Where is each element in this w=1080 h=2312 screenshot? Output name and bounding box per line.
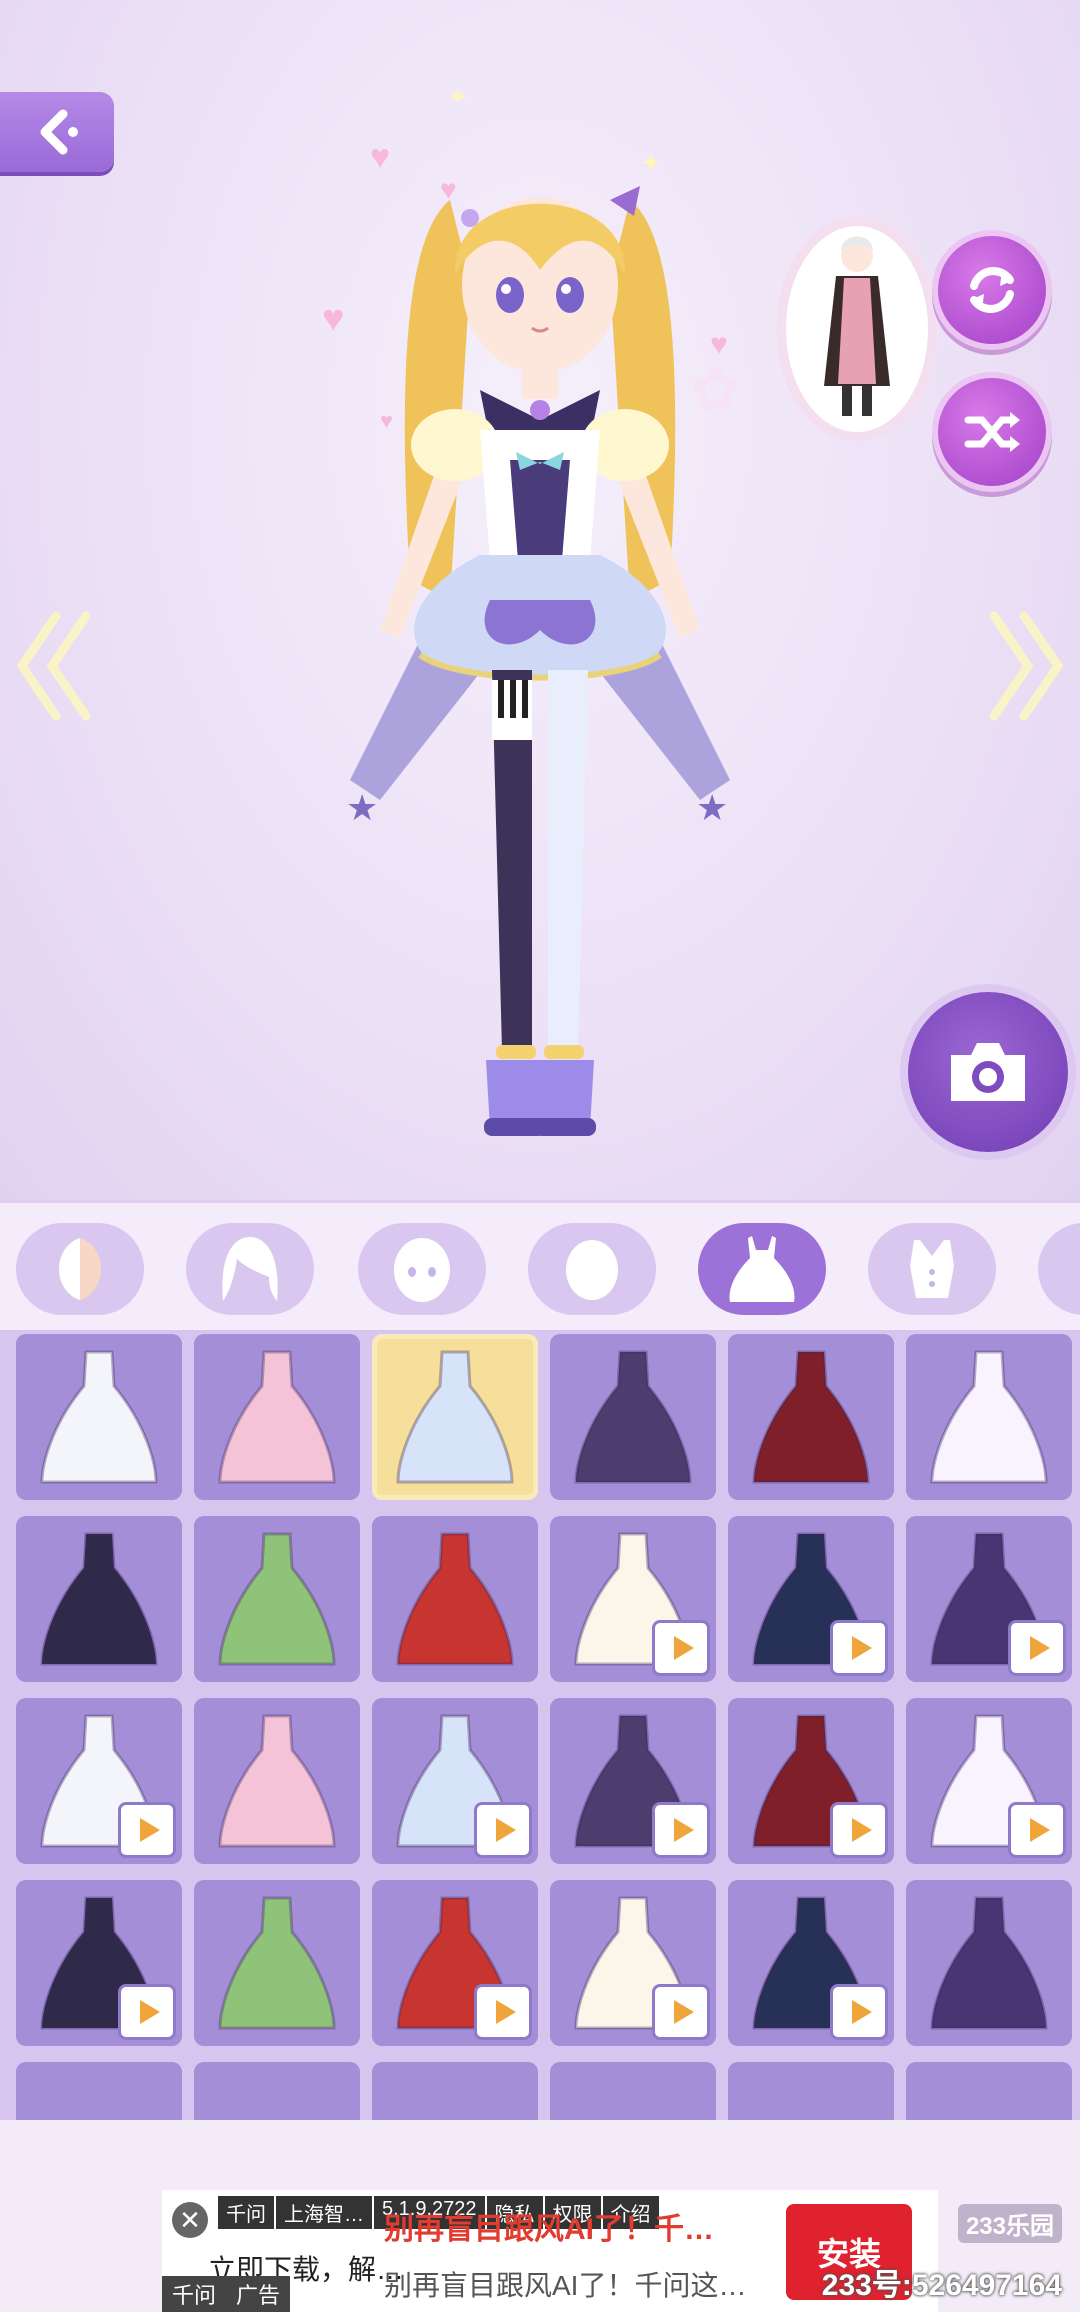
top-icon [910,1240,954,1298]
ad-tag-app: 千问 [162,2276,227,2312]
outfit-item-partial[interactable] [372,2062,538,2120]
video-unlock-icon [1008,1802,1066,1858]
video-unlock-icon [474,1984,532,2040]
outfit-item-partial[interactable] [906,2062,1072,2120]
tab-dress[interactable] [698,1223,826,1315]
character-preview: ♥ ♥ ♥ ♥ ♥ ✦ ✦ ✿ ★ ★ [0,0,1080,1200]
tab-face[interactable] [358,1223,486,1315]
ad-info-item: 千问 [218,2196,274,2229]
outfit-item-white-gold-coat[interactable] [550,1516,716,1682]
outfit-item-purple-bat-dress[interactable] [194,1698,360,1864]
tab-head[interactable] [528,1223,656,1315]
svg-text:★: ★ [696,787,728,828]
dress-icon [396,1532,514,1666]
dress-icon [930,1350,1048,1484]
character-avatar: ★ ★ [346,186,730,1136]
ad-info-item: 上海智… [276,2196,372,2229]
tab-top[interactable] [868,1223,996,1315]
dress-icon [574,1350,692,1484]
dress-icon [40,1350,158,1484]
outfit-item-purple-gothic-dress[interactable] [550,1334,716,1500]
video-unlock-icon [830,1802,888,1858]
dress-icon [396,1350,514,1484]
outfit-item-partial[interactable] [194,2062,360,2120]
close-icon[interactable]: ✕ [172,2202,208,2238]
bottom-area: ✕ 千问 上海智… 5.1.9.2722 隐私 权限 介绍 别再盲目跟风AI了！… [0,2120,1080,2312]
refresh-icon [970,267,1014,313]
outfit-item-black-polka-coat[interactable] [728,1880,894,2046]
outfit-item-green-tiana-gown[interactable] [906,1698,1072,1864]
back-button[interactable] [0,92,114,172]
video-unlock-icon [1008,1620,1066,1676]
category-tabs [0,1200,1080,1330]
outfit-item-navy-gown[interactable] [728,1516,894,1682]
video-unlock-icon [118,1802,176,1858]
outfit-item-yellow-princess-gown[interactable] [728,1698,894,1864]
refresh-button[interactable] [938,236,1046,344]
dress-icon [40,1532,158,1666]
svg-text:★: ★ [346,787,378,828]
outfit-item-purple-plaid-dress[interactable] [906,1516,1072,1682]
outfit-item-star-idol-dress[interactable] [372,1334,538,1500]
tab-skin[interactable] [16,1223,144,1315]
outfit-item-black-tiered-dress[interactable] [550,1880,716,2046]
outfit-item-snow-white-dress[interactable] [16,1880,182,2046]
video-unlock-icon [474,1802,532,1858]
face-icon [394,1238,450,1302]
ad-tag: 千问 广告 [162,2276,291,2312]
dress-icon [218,1896,336,2030]
dress-icon [218,1714,336,1848]
outfit-figure-icon [824,236,890,416]
ad-tag-label: 广告 [226,2276,291,2312]
dress-icon [930,1896,1048,2030]
outfit-item-partial[interactable] [550,2062,716,2120]
video-unlock-icon [830,1620,888,1676]
shuffle-button[interactable] [938,378,1046,486]
dress-icon [729,1236,795,1302]
dress-icon [752,1350,870,1484]
outfit-item-white-gown[interactable] [16,1334,182,1500]
double-chevron-right-icon[interactable] [988,606,1064,726]
outfit-item-lavender-lolita-dress[interactable] [194,1880,360,2046]
double-chevron-left-icon[interactable] [16,606,92,726]
skin-tone-icon [58,1238,102,1300]
tab-hair[interactable] [186,1223,314,1315]
dress-icon [218,1350,336,1484]
shuffle-icon [964,412,1020,452]
outfit-item-black-plaid-dress[interactable] [16,1698,182,1864]
outfit-item-dark-starry-gown[interactable] [16,1516,182,1682]
outfit-item-pink-plaid-coat[interactable] [906,1880,1072,2046]
watermark-logo: 233乐园 [957,2204,1062,2243]
camera-button[interactable] [908,992,1068,1152]
video-unlock-icon [118,1984,176,2040]
saved-outfit-thumbnail[interactable] [776,216,938,442]
outfit-item-pink-princess-gown[interactable] [550,1698,716,1864]
ad-headline: 别再盲目跟风AI了！千… [384,2213,714,2246]
video-unlock-icon [652,1802,710,1858]
outfit-item-pastel-ribbon-dress[interactable] [194,1334,360,1500]
outfit-item-white-lace-dress[interactable] [906,1334,1072,1500]
hair-icon [222,1237,278,1301]
dress-icon [218,1532,336,1666]
more-icon [1072,1239,1080,1299]
outfit-item-partial[interactable] [728,2062,894,2120]
outfit-item-partial[interactable] [16,2062,182,2120]
outfit-item-pink-ruffle-dress[interactable] [372,1880,538,2046]
star-sparkle: ✦ [448,84,469,111]
head-icon [566,1240,618,1300]
ad-subline: 别再盲目跟风AI了！千问这… [384,2270,747,2301]
video-unlock-icon [830,1984,888,2040]
watermark-id: 233号:526497164 [821,2269,1062,2302]
outfit-grid [0,1330,1080,2120]
outfit-item-green-ballgown[interactable] [194,1516,360,1682]
camera-icon [951,1043,1025,1101]
chevron-left-icon [40,109,78,155]
outfit-item-red-black-gothic-dress[interactable] [728,1334,894,1500]
tab-more[interactable] [1038,1223,1080,1315]
outfit-item-blue-princess-gown[interactable] [372,1698,538,1864]
outfit-item-red-berry-dress[interactable] [372,1516,538,1682]
video-unlock-icon [652,1620,710,1676]
video-unlock-icon [652,1984,710,2040]
